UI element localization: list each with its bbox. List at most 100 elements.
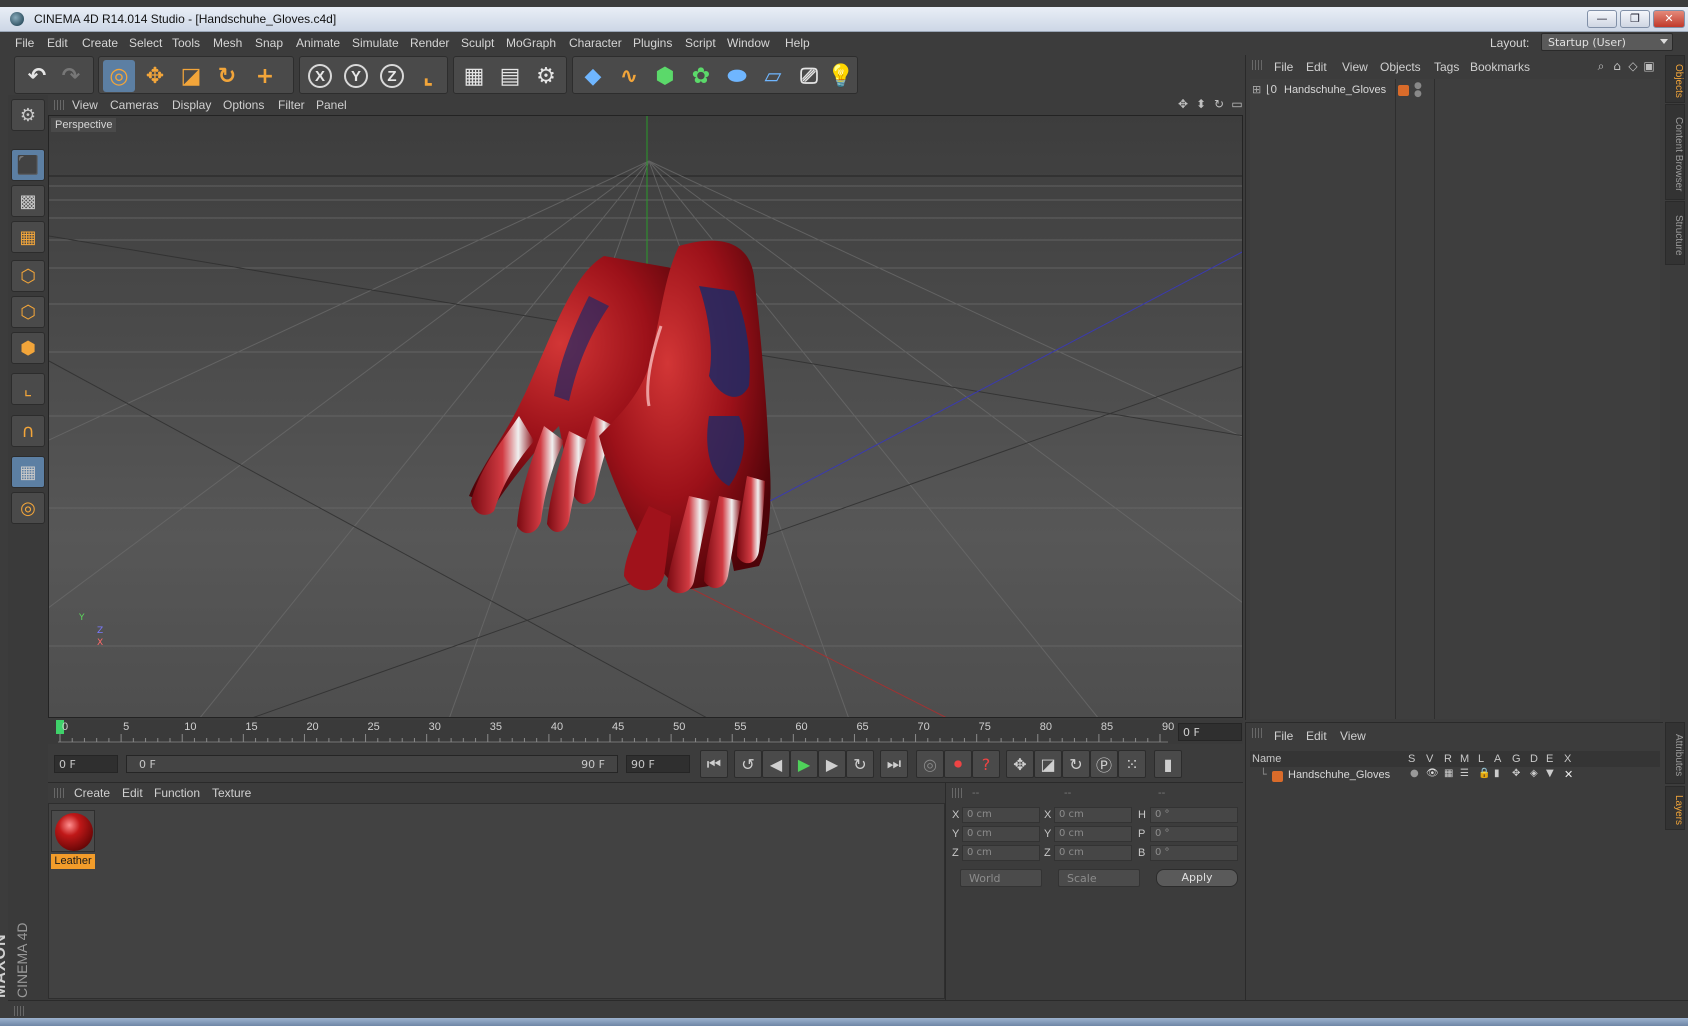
spline-pen-icon[interactable]: ∿ bbox=[613, 60, 645, 92]
panel-grip-icon[interactable] bbox=[1252, 728, 1264, 738]
timeline-window-icon[interactable]: ▮ bbox=[1154, 750, 1182, 778]
objects-menu-file[interactable]: File bbox=[1274, 60, 1293, 74]
apply-button[interactable]: Apply bbox=[1156, 869, 1238, 887]
rot-b-field[interactable]: 0 ° bbox=[1150, 845, 1238, 861]
column-view[interactable]: V bbox=[1426, 753, 1433, 765]
layer-row[interactable]: └ Handschuhe_Gloves ● 👁 ▦ ☰ 🔒 ▮ ✥ ◈ ▼ ✕ bbox=[1250, 768, 1660, 784]
objects-menu-view[interactable]: View bbox=[1342, 60, 1368, 74]
objects-menu-tags[interactable]: Tags bbox=[1434, 60, 1459, 74]
key-point-level-icon[interactable]: ⁙ bbox=[1118, 750, 1146, 778]
scale-icon[interactable]: ◪ bbox=[175, 60, 207, 92]
goto-start-icon[interactable]: ⏮ bbox=[700, 750, 728, 778]
generator-toggle-icon[interactable]: ✥ bbox=[1512, 768, 1520, 779]
rotate-icon[interactable]: ↻ bbox=[211, 60, 243, 92]
planar-workplane-icon[interactable]: ◎ bbox=[11, 492, 45, 524]
locked-workplane-icon[interactable]: ▦ bbox=[11, 456, 45, 488]
objects-menu-edit[interactable]: Edit bbox=[1306, 60, 1327, 74]
tab-structure[interactable]: Structure bbox=[1665, 201, 1685, 265]
rotate-view-icon[interactable]: ↻ bbox=[1212, 97, 1226, 111]
layers-menu-view[interactable]: View bbox=[1340, 729, 1366, 743]
menu-sculpt[interactable]: Sculpt bbox=[461, 36, 494, 50]
objects-menu-bookmarks[interactable]: Bookmarks bbox=[1470, 60, 1530, 74]
menu-render[interactable]: Render bbox=[410, 36, 449, 50]
subdivision-surface-icon[interactable]: ⬢ bbox=[649, 60, 681, 92]
object-row[interactable]: ⊞ ⌊0 Handschuhe_Gloves ● ● bbox=[1250, 82, 1660, 99]
redo-icon[interactable]: ↷ bbox=[55, 60, 87, 92]
points-mode-icon[interactable]: ⬡ bbox=[11, 260, 45, 292]
menu-animate[interactable]: Animate bbox=[296, 36, 340, 50]
tab-attributes[interactable]: Attributes bbox=[1665, 722, 1685, 784]
render-toggle-icon[interactable]: ▦ bbox=[1444, 768, 1453, 779]
search-icon[interactable]: ⌕ bbox=[1594, 59, 1608, 73]
undo-icon[interactable]: ↶ bbox=[21, 60, 53, 92]
visibility-dots-icon[interactable]: ● ● bbox=[1414, 82, 1422, 99]
y-axis-lock-button[interactable]: Y bbox=[340, 60, 372, 92]
floor-icon[interactable]: ▱ bbox=[757, 60, 789, 92]
rot-h-field[interactable]: 0 ° bbox=[1150, 807, 1238, 823]
menu-edit[interactable]: Edit bbox=[47, 36, 68, 50]
model-mode-icon[interactable]: ⬛ bbox=[11, 149, 45, 181]
deformer-icon[interactable]: ⬬ bbox=[721, 60, 753, 92]
keyframe-selection-icon[interactable]: ? bbox=[972, 750, 1000, 778]
viewport-menu-panel[interactable]: Panel bbox=[316, 98, 347, 112]
column-expressions[interactable]: E bbox=[1546, 753, 1553, 765]
z-axis-lock-button[interactable]: Z bbox=[376, 60, 408, 92]
minimize-button[interactable]: — bbox=[1587, 10, 1617, 28]
lock-toggle-icon[interactable]: 🔒 bbox=[1478, 768, 1490, 779]
menu-character[interactable]: Character bbox=[569, 36, 622, 50]
key-scale-icon[interactable]: ◪ bbox=[1034, 750, 1062, 778]
solo-toggle-icon[interactable]: ● bbox=[1410, 768, 1419, 779]
column-manager[interactable]: M bbox=[1460, 753, 1469, 765]
tab-content-browser[interactable]: Content Browser bbox=[1665, 104, 1685, 200]
view-toggle-icon[interactable]: 👁 bbox=[1426, 768, 1439, 779]
pos-y-field[interactable]: 0 cm bbox=[962, 826, 1040, 842]
cube-icon[interactable]: ◆ bbox=[577, 60, 609, 92]
coordinate-space-dropdown[interactable]: World bbox=[960, 869, 1042, 887]
menu-select[interactable]: Select bbox=[129, 36, 162, 50]
timeline-ruler[interactable]: 0 5 10 15 20 25 30 35 40 45 50 55 60 65 70 75 80 85 90 0 F bbox=[48, 720, 1243, 744]
autokeying-icon[interactable]: ⏺ bbox=[944, 750, 972, 778]
object-name[interactable]: Handschuhe_Gloves bbox=[1284, 84, 1386, 96]
column-generators[interactable]: G bbox=[1512, 753, 1521, 765]
expand-icon[interactable]: ⊞ bbox=[1252, 83, 1261, 96]
size-y-field[interactable]: 0 cm bbox=[1054, 826, 1132, 842]
pos-z-field[interactable]: 0 cm bbox=[962, 845, 1040, 861]
column-animation[interactable]: A bbox=[1494, 753, 1501, 765]
material-menu-create[interactable]: Create bbox=[74, 786, 110, 800]
panel-grip-icon[interactable] bbox=[54, 100, 66, 110]
viewport-label[interactable]: Perspective bbox=[51, 118, 117, 132]
light-icon[interactable]: 💡 bbox=[825, 60, 857, 92]
menu-mesh[interactable]: Mesh bbox=[213, 36, 242, 50]
cloner-icon[interactable]: ✿ bbox=[685, 60, 717, 92]
material-name[interactable]: Leather bbox=[51, 854, 95, 869]
menu-file[interactable]: File bbox=[15, 36, 34, 50]
key-parameter-icon[interactable]: Ⓟ bbox=[1090, 750, 1118, 778]
edges-mode-icon[interactable]: ⬡ bbox=[11, 296, 45, 328]
menu-mograph[interactable]: MoGraph bbox=[506, 36, 556, 50]
max-time-field[interactable]: 90 F bbox=[626, 755, 690, 773]
column-deformers[interactable]: D bbox=[1530, 753, 1538, 765]
play-forward-icon[interactable]: ▶ bbox=[790, 750, 818, 778]
texture-mode-icon[interactable]: ▩ bbox=[11, 185, 45, 217]
polygons-mode-icon[interactable]: ⬢ bbox=[11, 332, 45, 364]
layers-menu-edit[interactable]: Edit bbox=[1306, 729, 1327, 743]
viewport-menu-view[interactable]: View bbox=[72, 98, 98, 112]
axis-mode-icon[interactable]: ⌞ bbox=[11, 373, 45, 405]
edit-render-settings-icon[interactable]: ⚙ bbox=[530, 60, 562, 92]
current-frame-field[interactable]: 0 F bbox=[1178, 723, 1242, 741]
layer-color-tag[interactable] bbox=[1398, 85, 1409, 96]
menu-simulate[interactable]: Simulate bbox=[352, 36, 399, 50]
layer-color-swatch[interactable] bbox=[1272, 771, 1283, 782]
column-solo[interactable]: S bbox=[1408, 753, 1415, 765]
objects-menu-objects[interactable]: Objects bbox=[1380, 60, 1421, 74]
goto-end-icon[interactable]: ⏭ bbox=[880, 750, 908, 778]
pan-view-icon[interactable]: ✥ bbox=[1176, 97, 1190, 111]
viewport-menu-filter[interactable]: Filter bbox=[278, 98, 305, 112]
menu-snap[interactable]: Snap bbox=[255, 36, 283, 50]
layout-dropdown[interactable]: Startup (User) bbox=[1541, 33, 1673, 51]
move-icon[interactable]: ✥ bbox=[139, 60, 171, 92]
next-keyframe-icon[interactable]: ↻ bbox=[846, 750, 874, 778]
collapse-icon[interactable]: ◇ bbox=[1626, 59, 1640, 73]
material-list[interactable]: Leather bbox=[48, 803, 945, 999]
size-x-field[interactable]: 0 cm bbox=[1054, 807, 1132, 823]
